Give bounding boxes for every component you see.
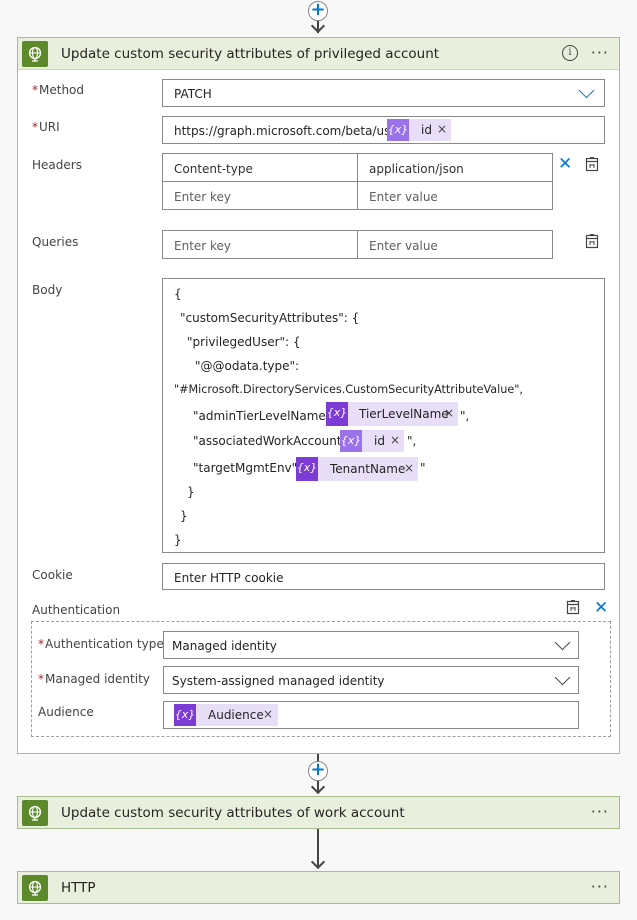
expression-icon: {x}: [326, 402, 348, 426]
header-value-input[interactable]: application/json: [357, 153, 553, 182]
globe-icon: [22, 41, 48, 67]
audience-input[interactable]: {x} Audience ×: [163, 701, 579, 729]
switch-to-text-mode-icon[interactable]: [585, 157, 599, 172]
managed-identity-dropdown[interactable]: System-assigned managed identity: [163, 666, 579, 694]
switch-to-text-mode-icon[interactable]: [585, 234, 599, 249]
method-value: PATCH: [174, 87, 212, 101]
insert-step-button-middle[interactable]: +: [308, 761, 328, 781]
method-label: *Method: [32, 83, 85, 97]
connector-arrow: [310, 18, 326, 34]
auth-type-value: Managed identity: [172, 639, 277, 653]
remove-authentication-icon[interactable]: ✕: [594, 598, 608, 618]
body-editor[interactable]: { "customSecurityAttributes": { "privile…: [162, 278, 605, 553]
body-token-id[interactable]: {x} id ×: [340, 430, 404, 452]
query-value-input[interactable]: Enter value: [357, 230, 553, 259]
remove-token-icon[interactable]: ×: [437, 122, 447, 136]
info-icon[interactable]: i: [562, 45, 578, 61]
header-key-input[interactable]: Content-type: [162, 153, 358, 182]
action-card-privileged: Update custom security attributes of pri…: [17, 37, 620, 754]
header-new-key-input[interactable]: Enter key: [162, 181, 358, 210]
body-token-tierlevelname[interactable]: {x} TierLevelName ×: [326, 402, 458, 426]
connector-arrow: [310, 779, 326, 795]
more-options-icon[interactable]: ···: [591, 802, 609, 821]
header-new-value-input[interactable]: Enter value: [357, 181, 553, 210]
action-title: Update custom security attributes of pri…: [61, 46, 440, 62]
remove-token-icon[interactable]: ×: [263, 707, 273, 721]
audience-token[interactable]: {x} Audience ×: [174, 704, 278, 726]
remove-token-icon[interactable]: ×: [404, 461, 414, 475]
remove-token-icon[interactable]: ×: [390, 433, 400, 447]
action-card-work[interactable]: Update custom security attributes of wor…: [17, 796, 620, 829]
expression-icon: {x}: [387, 119, 409, 141]
action-header[interactable]: HTTP ···: [18, 872, 619, 903]
action-header[interactable]: Update custom security attributes of pri…: [18, 38, 619, 70]
uri-token-id[interactable]: {x} id ×: [387, 119, 451, 141]
authentication-label: Authentication: [32, 603, 121, 617]
remove-token-icon[interactable]: ×: [444, 406, 454, 420]
globe-icon: [22, 875, 48, 901]
chevron-down-icon: [554, 669, 571, 686]
authentication-section: *Authentication type Managed identity *M…: [31, 621, 611, 737]
expression-icon: {x}: [296, 457, 318, 481]
auth-type-dropdown[interactable]: Managed identity: [163, 631, 579, 659]
uri-input[interactable]: https://graph.microsoft.com/beta/users/ …: [162, 116, 605, 144]
managed-identity-label: *Managed identity: [38, 672, 150, 686]
action-title: HTTP: [61, 880, 96, 896]
remove-header-icon[interactable]: ✕: [558, 154, 572, 174]
queries-label: Queries: [32, 235, 79, 249]
more-options-icon[interactable]: ···: [591, 877, 609, 896]
cookie-label: Cookie: [32, 568, 73, 582]
uri-value: https://graph.microsoft.com/beta/users/: [174, 124, 413, 138]
cookie-input[interactable]: Enter HTTP cookie: [162, 563, 605, 590]
chevron-down-icon: [578, 82, 595, 99]
query-key-input[interactable]: Enter key: [162, 230, 358, 259]
audience-label: Audience: [38, 705, 94, 719]
chevron-down-icon: [554, 634, 571, 651]
switch-to-text-mode-icon[interactable]: [566, 600, 580, 615]
more-options-icon[interactable]: ···: [591, 43, 609, 62]
connector-arrow: [310, 854, 326, 870]
body-label: Body: [32, 283, 63, 297]
action-title: Update custom security attributes of wor…: [61, 805, 405, 821]
globe-icon: [22, 800, 48, 826]
expression-icon: {x}: [340, 430, 362, 452]
managed-identity-value: System-assigned managed identity: [172, 674, 385, 688]
action-header[interactable]: Update custom security attributes of wor…: [18, 797, 619, 828]
expression-icon: {x}: [174, 704, 196, 726]
uri-label: *URI: [32, 120, 60, 134]
headers-label: Headers: [32, 158, 82, 172]
method-dropdown[interactable]: PATCH: [162, 79, 605, 107]
body-token-tenantname[interactable]: {x} TenantName ×: [296, 457, 418, 481]
auth-type-label: *Authentication type: [38, 637, 164, 651]
action-card-http[interactable]: HTTP ···: [17, 871, 620, 904]
